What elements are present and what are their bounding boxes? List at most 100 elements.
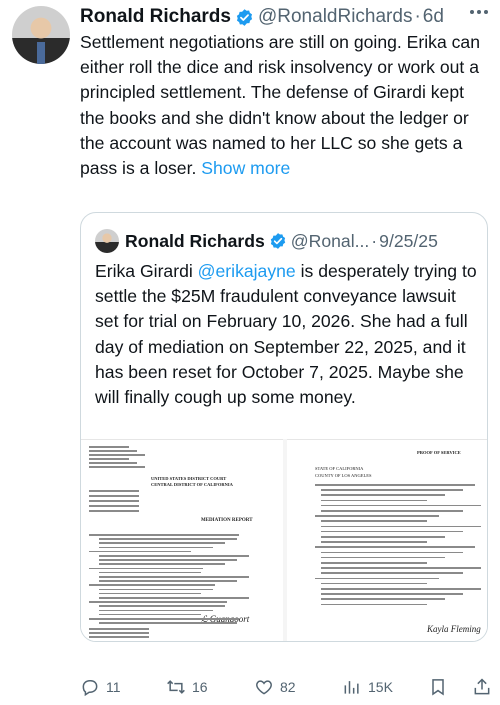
tweet: Ronald Richards @RonaldRichards · 6d Set…: [0, 0, 500, 705]
doc-text-line: [321, 598, 445, 600]
doc-text-line: [315, 546, 475, 548]
doc-text-line: [99, 613, 201, 616]
doc-text-line: [315, 484, 475, 486]
doc-text-line: [89, 495, 139, 497]
quote-date: 9/25/25: [379, 230, 438, 251]
doc-text-line: [89, 458, 129, 460]
author-avatar[interactable]: [12, 6, 70, 64]
doc-text-line: [321, 588, 481, 590]
retweet-icon: [167, 680, 185, 694]
doc-text-line: [321, 562, 427, 564]
show-more-link[interactable]: Show more: [201, 158, 290, 178]
tweet-text: Settlement negotiations are still on goi…: [80, 30, 488, 181]
doc-text-line: [89, 534, 239, 536]
doc-text-line: [89, 466, 145, 468]
reply-icon: [82, 680, 98, 697]
quote-separator: ·: [371, 230, 378, 251]
doc-text-line: [89, 490, 139, 492]
doc-text-line: [321, 489, 463, 491]
proof-of-service-image[interactable]: PROOF OF SERVICE STATE OF CALIFORNIA COU…: [287, 439, 487, 641]
doc-text-line: [321, 520, 427, 522]
doc-text-line: [89, 601, 227, 603]
reply-button[interactable]: 11: [80, 677, 121, 697]
doc-text-line: [89, 462, 137, 464]
doc-text-line: [99, 576, 249, 578]
doc-text-line: [89, 632, 149, 634]
doc-text-line: [315, 577, 439, 580]
doc-text-line: [89, 636, 149, 638]
doc-district-title: CENTRAL DISTRICT OF CALIFORNIA: [151, 482, 233, 487]
more-icon[interactable]: [470, 10, 488, 14]
doc-text-line: [89, 454, 145, 456]
tweet-body: Settlement negotiations are still on goi…: [80, 32, 481, 179]
quote-text-before: Erika Girardi: [95, 261, 198, 281]
mediation-report-image[interactable]: UNITED STATES DISTRICT COURT CENTRAL DIS…: [81, 439, 283, 641]
quote-author-handle: @Ronal...: [290, 230, 370, 251]
share-icon: [474, 678, 490, 695]
doc-text-line: [99, 546, 213, 549]
quote-author-avatar[interactable]: [95, 229, 119, 253]
doc-text-line: [89, 584, 215, 586]
doc-text-line: [99, 588, 213, 591]
doc-state: STATE OF CALIFORNIA: [315, 466, 364, 471]
author-handle[interactable]: @RonaldRichards: [258, 6, 412, 28]
doc-text-line: [321, 541, 427, 543]
doc-text-line: [315, 515, 439, 517]
doc-report-title: MEDIATION REPORT: [201, 518, 253, 523]
doc-text-line: [99, 563, 225, 565]
doc-text-line: [321, 499, 427, 502]
doc-text-line: [321, 504, 481, 507]
reply-count: 11: [106, 679, 121, 695]
views-button[interactable]: 15K: [342, 677, 393, 697]
doc-text-line: [99, 559, 237, 561]
doc-text-line: [321, 567, 481, 569]
doc-text-line: [99, 609, 213, 612]
doc-text-line: [89, 618, 239, 620]
mention-link[interactable]: @erikajayne: [198, 261, 296, 281]
doc-text-line: [99, 622, 237, 624]
doc-signature-right: Kayla Fleming: [427, 624, 481, 634]
like-button[interactable]: 82: [254, 677, 296, 697]
doc-text-line: [321, 530, 463, 533]
doc-text-line: [99, 542, 225, 544]
quote-header: Ronald Richards @Ronal... · 9/25/25: [125, 228, 438, 254]
doc-text-line: [99, 592, 201, 595]
header-separator: ·: [414, 6, 421, 27]
doc-text-line: [321, 494, 445, 496]
author-name[interactable]: Ronald Richards: [80, 6, 231, 28]
quoted-tweet[interactable]: Ronald Richards @Ronal... · 9/25/25 Erik…: [80, 212, 488, 642]
verified-badge-icon: [236, 8, 253, 26]
doc-text-line: [99, 580, 237, 582]
bookmark-button[interactable]: [428, 677, 448, 697]
post-age[interactable]: 6d: [423, 6, 444, 28]
bookmark-icon: [432, 679, 444, 696]
doc-text-line: [89, 550, 191, 553]
quote-text: Erika Girardi @erikajayne is desperately…: [95, 259, 477, 410]
views-icon: [344, 681, 359, 694]
action-bar: 11 16 82 15K: [80, 676, 492, 698]
doc-text-line: [321, 572, 463, 574]
doc-court-title: UNITED STATES DISTRICT COURT: [151, 476, 227, 481]
share-button[interactable]: [472, 677, 492, 697]
doc-text-line: [89, 567, 203, 570]
retweet-count: 16: [192, 679, 208, 695]
doc-text-line: [321, 536, 445, 538]
verified-badge-icon: [270, 233, 285, 249]
doc-text-line: [99, 597, 249, 599]
doc-text-line: [89, 450, 137, 452]
quote-author-name: Ronald Richards: [125, 230, 265, 251]
doc-text-line: [321, 593, 463, 595]
retweet-button[interactable]: 16: [166, 677, 208, 697]
doc-text-line: [321, 556, 445, 559]
doc-text-line: [321, 525, 481, 528]
doc-text-line: [321, 603, 427, 606]
doc-text-line: [321, 582, 427, 585]
quote-text-after: is desperately trying to settle the $25M…: [95, 261, 477, 408]
doc-text-line: [99, 605, 225, 607]
doc-text-line: [89, 628, 149, 630]
like-count: 82: [280, 679, 296, 695]
doc-proof-heading: PROOF OF SERVICE: [417, 450, 461, 455]
doc-text-line: [99, 571, 201, 574]
doc-text-line: [321, 551, 463, 554]
doc-text-line: [89, 510, 139, 512]
